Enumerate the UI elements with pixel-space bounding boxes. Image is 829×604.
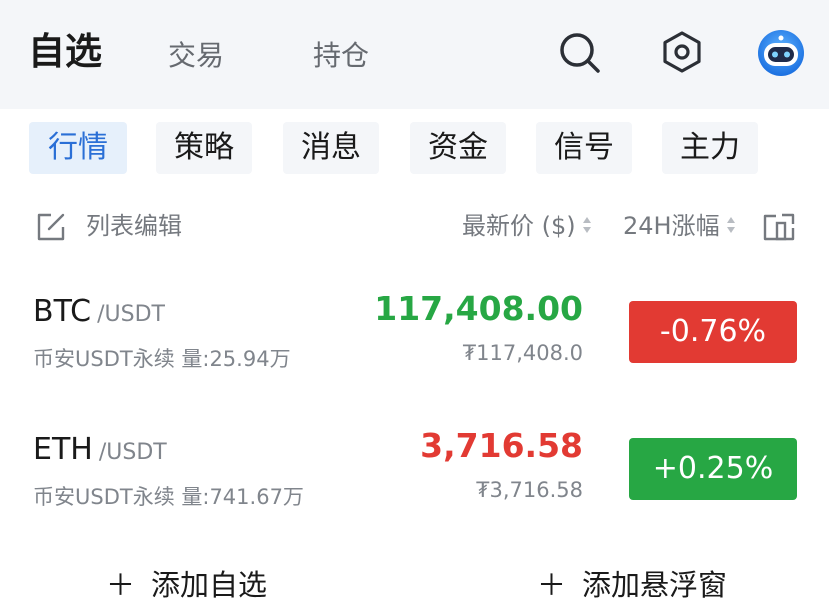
quote-asset: /USDT [98, 440, 167, 465]
tab-trade[interactable]: 交易 [168, 34, 224, 78]
converted-price: ₮117,408.0 [462, 341, 583, 365]
last-price: 3,716.58 [420, 426, 583, 465]
sort-icon [582, 217, 591, 233]
tab-watchlist[interactable]: 自选 [28, 30, 102, 74]
change-badge[interactable]: -0.76% [629, 301, 797, 363]
search-icon[interactable] [558, 31, 602, 75]
add-watchlist-button[interactable]: ＋ 添加自选 [106, 562, 267, 604]
chip-funds[interactable]: 资金 [410, 122, 506, 174]
change-column-header[interactable]: 24H涨幅 [623, 208, 736, 244]
chip-signal[interactable]: 信号 [536, 122, 632, 174]
change-column-label: 24H涨幅 [623, 212, 720, 240]
base-asset: ETH [33, 432, 93, 467]
price-column-label: 最新价 ($) [462, 212, 576, 240]
add-watchlist-label: 添加自选 [151, 568, 268, 602]
change-badge[interactable]: +0.25% [629, 438, 797, 500]
tab-positions[interactable]: 持仓 [313, 34, 369, 78]
add-floating-window-label: 添加悬浮窗 [582, 568, 728, 602]
top-bar: 自选 交易 持仓 [0, 0, 829, 109]
converted-price: ₮3,716.58 [476, 478, 583, 502]
last-price: 117,408.00 [374, 289, 583, 328]
plus-icon: ＋ [106, 568, 136, 602]
category-tabs: 行情 策略 消息 资金 信号 主力 [0, 122, 829, 176]
edit-icon[interactable] [35, 211, 67, 243]
robot-avatar-icon[interactable] [757, 29, 805, 77]
base-asset: BTC [33, 294, 92, 329]
row-symbol: BTC/USDT [33, 294, 165, 329]
price-column-header[interactable]: 最新价 ($) [462, 208, 592, 244]
list-edit-label[interactable]: 列表编辑 [86, 208, 182, 244]
quote-asset: /USDT [97, 302, 165, 327]
chip-news[interactable]: 消息 [283, 122, 379, 174]
plus-icon: ＋ [537, 568, 567, 602]
chip-market[interactable]: 行情 [29, 122, 127, 174]
sort-icon [726, 217, 735, 233]
share-icon[interactable] [762, 210, 796, 242]
row-symbol: ETH/USDT [33, 432, 167, 467]
settings-hex-icon[interactable] [660, 30, 704, 74]
row-subtitle: 币安USDT永续 量:741.67万 [33, 485, 304, 509]
chip-strategy[interactable]: 策略 [156, 122, 252, 174]
add-floating-window-button[interactable]: ＋ 添加悬浮窗 [537, 562, 727, 604]
row-subtitle: 币安USDT永续 量:25.94万 [33, 347, 291, 371]
chip-main-force[interactable]: 主力 [662, 122, 758, 174]
